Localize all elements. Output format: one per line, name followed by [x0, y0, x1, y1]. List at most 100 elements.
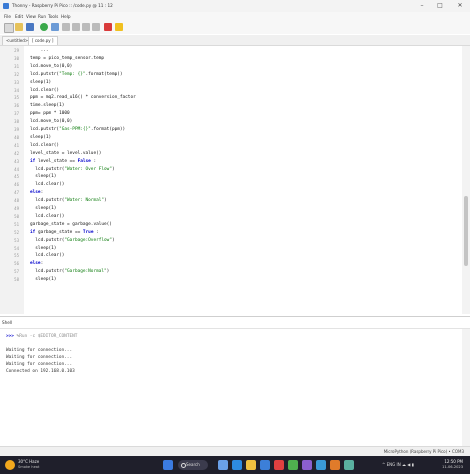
line-number: 58	[14, 277, 19, 283]
minimize-button[interactable]: –	[414, 0, 430, 12]
tab-code-py[interactable]: [ code.py ]	[28, 36, 58, 45]
shell-panel[interactable]: >>> %Run -c $EDITOR_CONTENT Waiting for …	[0, 328, 470, 447]
thonny-taskbar-icon[interactable]	[344, 460, 354, 470]
menu-tools[interactable]: Tools	[48, 12, 58, 21]
line-number: 41	[14, 142, 19, 148]
code-line[interactable]: sleep(1)	[30, 79, 51, 87]
menu-file[interactable]: File	[4, 12, 11, 21]
code-line[interactable]: level_state = level.value()	[30, 150, 101, 158]
code-line[interactable]: ...	[30, 47, 49, 55]
chrome-icon[interactable]	[288, 460, 298, 470]
task-view-icon[interactable]	[218, 460, 228, 470]
weather-icon[interactable]	[5, 460, 15, 470]
code-editor[interactable]: 29 30 31 32 33 34 35 36 37 38 39 40 41 42 43 44 45 46 47 48…	[0, 46, 470, 314]
system-tray[interactable]: ^ ENG IN ☁ ◀ ▮	[382, 461, 414, 469]
shell-prompt: >>>	[6, 334, 14, 339]
mail-icon[interactable]	[316, 460, 326, 470]
code-line[interactable]: ppm = mq2.read_u16() * conversion_factor	[30, 94, 136, 102]
code-line[interactable]: garbage_state = garbage.value()	[30, 221, 112, 229]
shell-command: %Run -c $EDITOR_CONTENT	[16, 334, 78, 339]
support-icon[interactable]	[115, 23, 123, 31]
code-line[interactable]: lcd.clear()	[30, 213, 64, 221]
code-line[interactable]: lcd.move_to(0,0)	[30, 118, 72, 126]
shell-output-line: Connected on 192.168.0.103	[6, 369, 75, 374]
code-line[interactable]: sleep(1)	[30, 245, 56, 253]
line-number: 50	[14, 213, 19, 219]
taskbar-search[interactable]: Search	[178, 460, 208, 470]
line-number: 44	[14, 166, 19, 172]
line-number: 49	[14, 206, 19, 211]
code-line[interactable]: temp = pico_temp_sensor.temp	[30, 55, 104, 63]
code-line[interactable]: sleep(1)	[30, 173, 56, 181]
code-line[interactable]: lcd.putstr("Water: Over Flow")	[30, 166, 114, 174]
line-number: 34	[14, 87, 19, 93]
line-number: 32	[14, 71, 19, 77]
line-number: 38	[14, 119, 19, 125]
code-line[interactable]: time.sleep(1)	[30, 102, 64, 110]
menu-help[interactable]: Help	[61, 12, 71, 21]
menu-bar: File Edit View Run Tools Help	[0, 12, 470, 21]
code-line[interactable]: lcd.clear()	[30, 252, 64, 260]
code-line[interactable]: lcd.move_to(0,0)	[30, 63, 72, 71]
line-number: 40	[14, 134, 19, 140]
code-line[interactable]: lcd.clear()	[30, 142, 59, 150]
weather-condition[interactable]: Smoke heat	[18, 465, 39, 470]
code-line[interactable]: lcd.putstr("Garbage:Overflow")	[30, 237, 114, 245]
editor-scroll-thumb[interactable]	[464, 196, 468, 266]
open-file-icon[interactable]	[15, 23, 23, 31]
start-windows-icon[interactable]	[163, 460, 173, 470]
clock-date[interactable]: 11-06-2023	[442, 465, 463, 470]
line-number: 35	[14, 95, 19, 101]
line-number: 55	[14, 253, 19, 259]
code-line[interactable]: lcd.putstr("Water: Normal")	[30, 197, 106, 205]
line-number: 46	[14, 182, 19, 188]
resume-icon[interactable]	[92, 23, 100, 31]
shell-command-line: >>> %Run -c $EDITOR_CONTENT	[6, 333, 77, 340]
code-line[interactable]: lcd.putstr("Garbage:Normal")	[30, 268, 109, 276]
code-line[interactable]: sleep(1)	[30, 134, 51, 142]
line-number: 48	[14, 198, 19, 204]
code-line[interactable]: lcd.putstr("Temp: {}".format(temp))	[30, 71, 123, 79]
code-line[interactable]: else:	[30, 189, 43, 197]
run-icon[interactable]	[40, 23, 48, 31]
code-line[interactable]: lcd.putstr("Gas-PPM:{}".format(ppm))	[30, 126, 125, 134]
save-file-icon[interactable]	[26, 23, 34, 31]
line-number: 39	[14, 127, 19, 132]
editor-scrollbar[interactable]	[462, 46, 470, 314]
shell-tab[interactable]: Shell	[2, 318, 12, 327]
menu-edit[interactable]: Edit	[15, 12, 23, 21]
line-number: 30	[14, 55, 19, 61]
app-icon[interactable]	[302, 460, 312, 470]
pane-divider[interactable]	[0, 316, 470, 317]
code-line[interactable]: sleep(1)	[30, 276, 56, 284]
menu-run[interactable]: Run	[38, 12, 46, 21]
line-number: 31	[14, 63, 19, 69]
editor-tab-bar: <untitled> [ code.py ]	[0, 35, 470, 46]
code-line[interactable]: else:	[30, 260, 43, 268]
code-line[interactable]: lcd.clear()	[30, 181, 64, 189]
window-title: Thonny - Raspberry Pi Pico :: /code.py @…	[12, 3, 113, 8]
code-line[interactable]: lcd.clear()	[30, 87, 59, 95]
code-line[interactable]: sleep(1)	[30, 205, 56, 213]
file-explorer-icon[interactable]	[246, 460, 256, 470]
code-line[interactable]: ppm= ppm * 1000	[30, 110, 70, 118]
step-into-icon[interactable]	[72, 23, 80, 31]
office-icon[interactable]	[274, 460, 284, 470]
app-icon[interactable]	[330, 460, 340, 470]
code-line[interactable]: if level_state == False :	[30, 158, 96, 166]
close-button[interactable]: ✕	[452, 0, 468, 12]
debug-icon[interactable]	[51, 23, 59, 31]
line-number: 45	[14, 174, 19, 180]
new-file-icon[interactable]	[4, 23, 14, 33]
step-over-icon[interactable]	[62, 23, 70, 31]
line-number: 42	[14, 150, 19, 156]
menu-view[interactable]: View	[26, 12, 36, 21]
stop-icon[interactable]	[104, 23, 112, 31]
edge-browser-icon[interactable]	[232, 460, 242, 470]
maximize-button[interactable]: □	[432, 0, 448, 12]
line-number-gutter: 29 30 31 32 33 34 35 36 37 38 39 40 41 42 43 44 45 46 47 48…	[0, 46, 24, 314]
shell-scrollbar[interactable]	[462, 329, 470, 447]
step-out-icon[interactable]	[82, 23, 90, 31]
code-line[interactable]: if garbage_state == True :	[30, 229, 99, 237]
store-icon[interactable]	[260, 460, 270, 470]
